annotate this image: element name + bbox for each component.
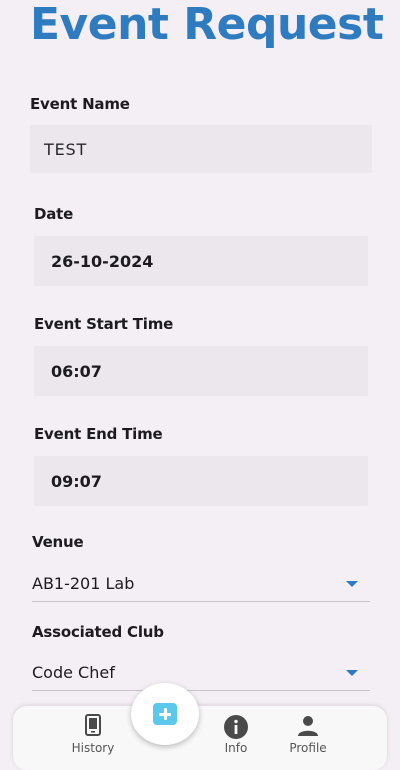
date-field[interactable]: 26-10-2024 <box>34 236 368 286</box>
chevron-down-icon <box>346 669 358 676</box>
nav-item-history[interactable]: History <box>58 714 128 755</box>
chevron-down-icon <box>346 580 358 587</box>
add-event-button[interactable] <box>131 683 199 745</box>
event-name-field[interactable]: TEST <box>30 125 372 173</box>
club-dropdown[interactable]: Code Chef <box>32 655 370 691</box>
nav-label-profile: Profile <box>289 741 327 755</box>
venue-dropdown[interactable]: AB1-201 Lab <box>32 566 370 602</box>
start-time-field[interactable]: 06:07 <box>34 346 368 396</box>
end-time-field[interactable]: 09:07 <box>34 456 368 506</box>
end-time-label: Event End Time <box>34 425 163 443</box>
date-label: Date <box>34 205 74 223</box>
venue-label: Venue <box>32 533 84 551</box>
club-label: Associated Club <box>32 623 164 641</box>
add-icon <box>153 703 177 725</box>
phone-icon <box>85 714 101 736</box>
bottom-nav: History Info Profile <box>13 706 387 770</box>
venue-value: AB1-201 Lab <box>32 574 135 593</box>
nav-label-info: Info <box>224 741 248 755</box>
page-title: Event Request <box>30 0 384 50</box>
nav-item-info[interactable]: Info <box>201 714 271 755</box>
person-icon <box>298 716 318 736</box>
nav-item-profile[interactable]: Profile <box>273 714 343 755</box>
nav-label-history: History <box>71 741 115 755</box>
start-time-label: Event Start Time <box>34 315 174 333</box>
event-name-label: Event Name <box>30 95 130 113</box>
info-icon <box>224 715 248 739</box>
club-value: Code Chef <box>32 663 115 682</box>
